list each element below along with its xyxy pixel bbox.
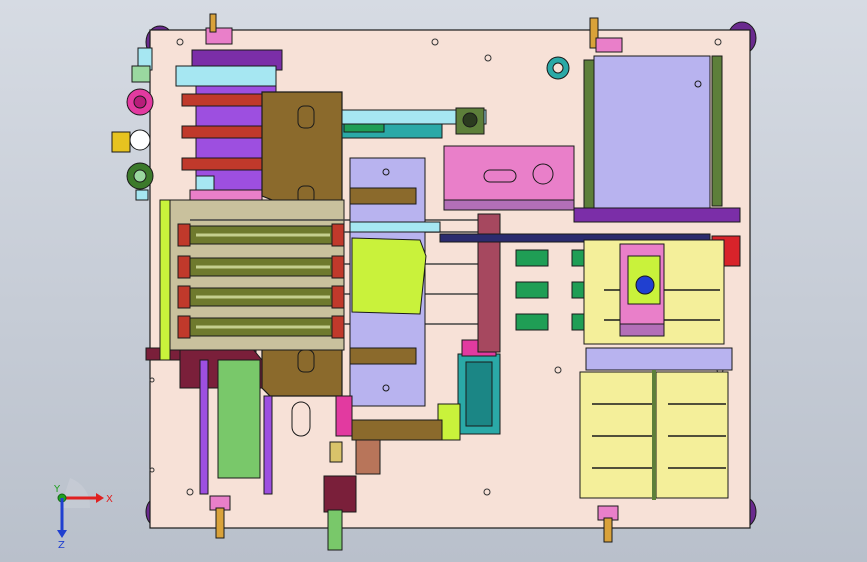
bottom-tube [327,509,343,551]
magenta-sensor [335,395,353,437]
orientation-triad: X Y Z [53,478,113,548]
x-axis-arrow [96,493,104,503]
yellow-tray-left [579,371,655,499]
yellow-tray-right [655,371,729,499]
purple-beam [573,207,741,223]
assembly-drawing[interactable] [0,0,867,562]
x-axis-label: X [106,494,113,505]
right-upper-plate [593,55,711,217]
cad-viewport[interactable]: X Y Z [0,0,867,562]
lavender-cap-bottom [349,347,417,365]
triad-plane [60,478,91,508]
z-axis-label: Z [58,540,65,548]
left-fittings [111,47,154,201]
light-blue-rod [349,221,441,233]
pink-slide-plate [443,145,575,203]
lavender-cap-top [349,187,417,205]
red-clamps [181,93,263,171]
lime-gripper [351,237,427,315]
bottom-fitting [323,475,357,513]
top-bolt [209,13,217,33]
tray-bracket [585,347,733,371]
y-axis-label: Y [53,484,61,495]
light-blue-rail [175,65,277,87]
z-axis-arrow [57,530,67,538]
